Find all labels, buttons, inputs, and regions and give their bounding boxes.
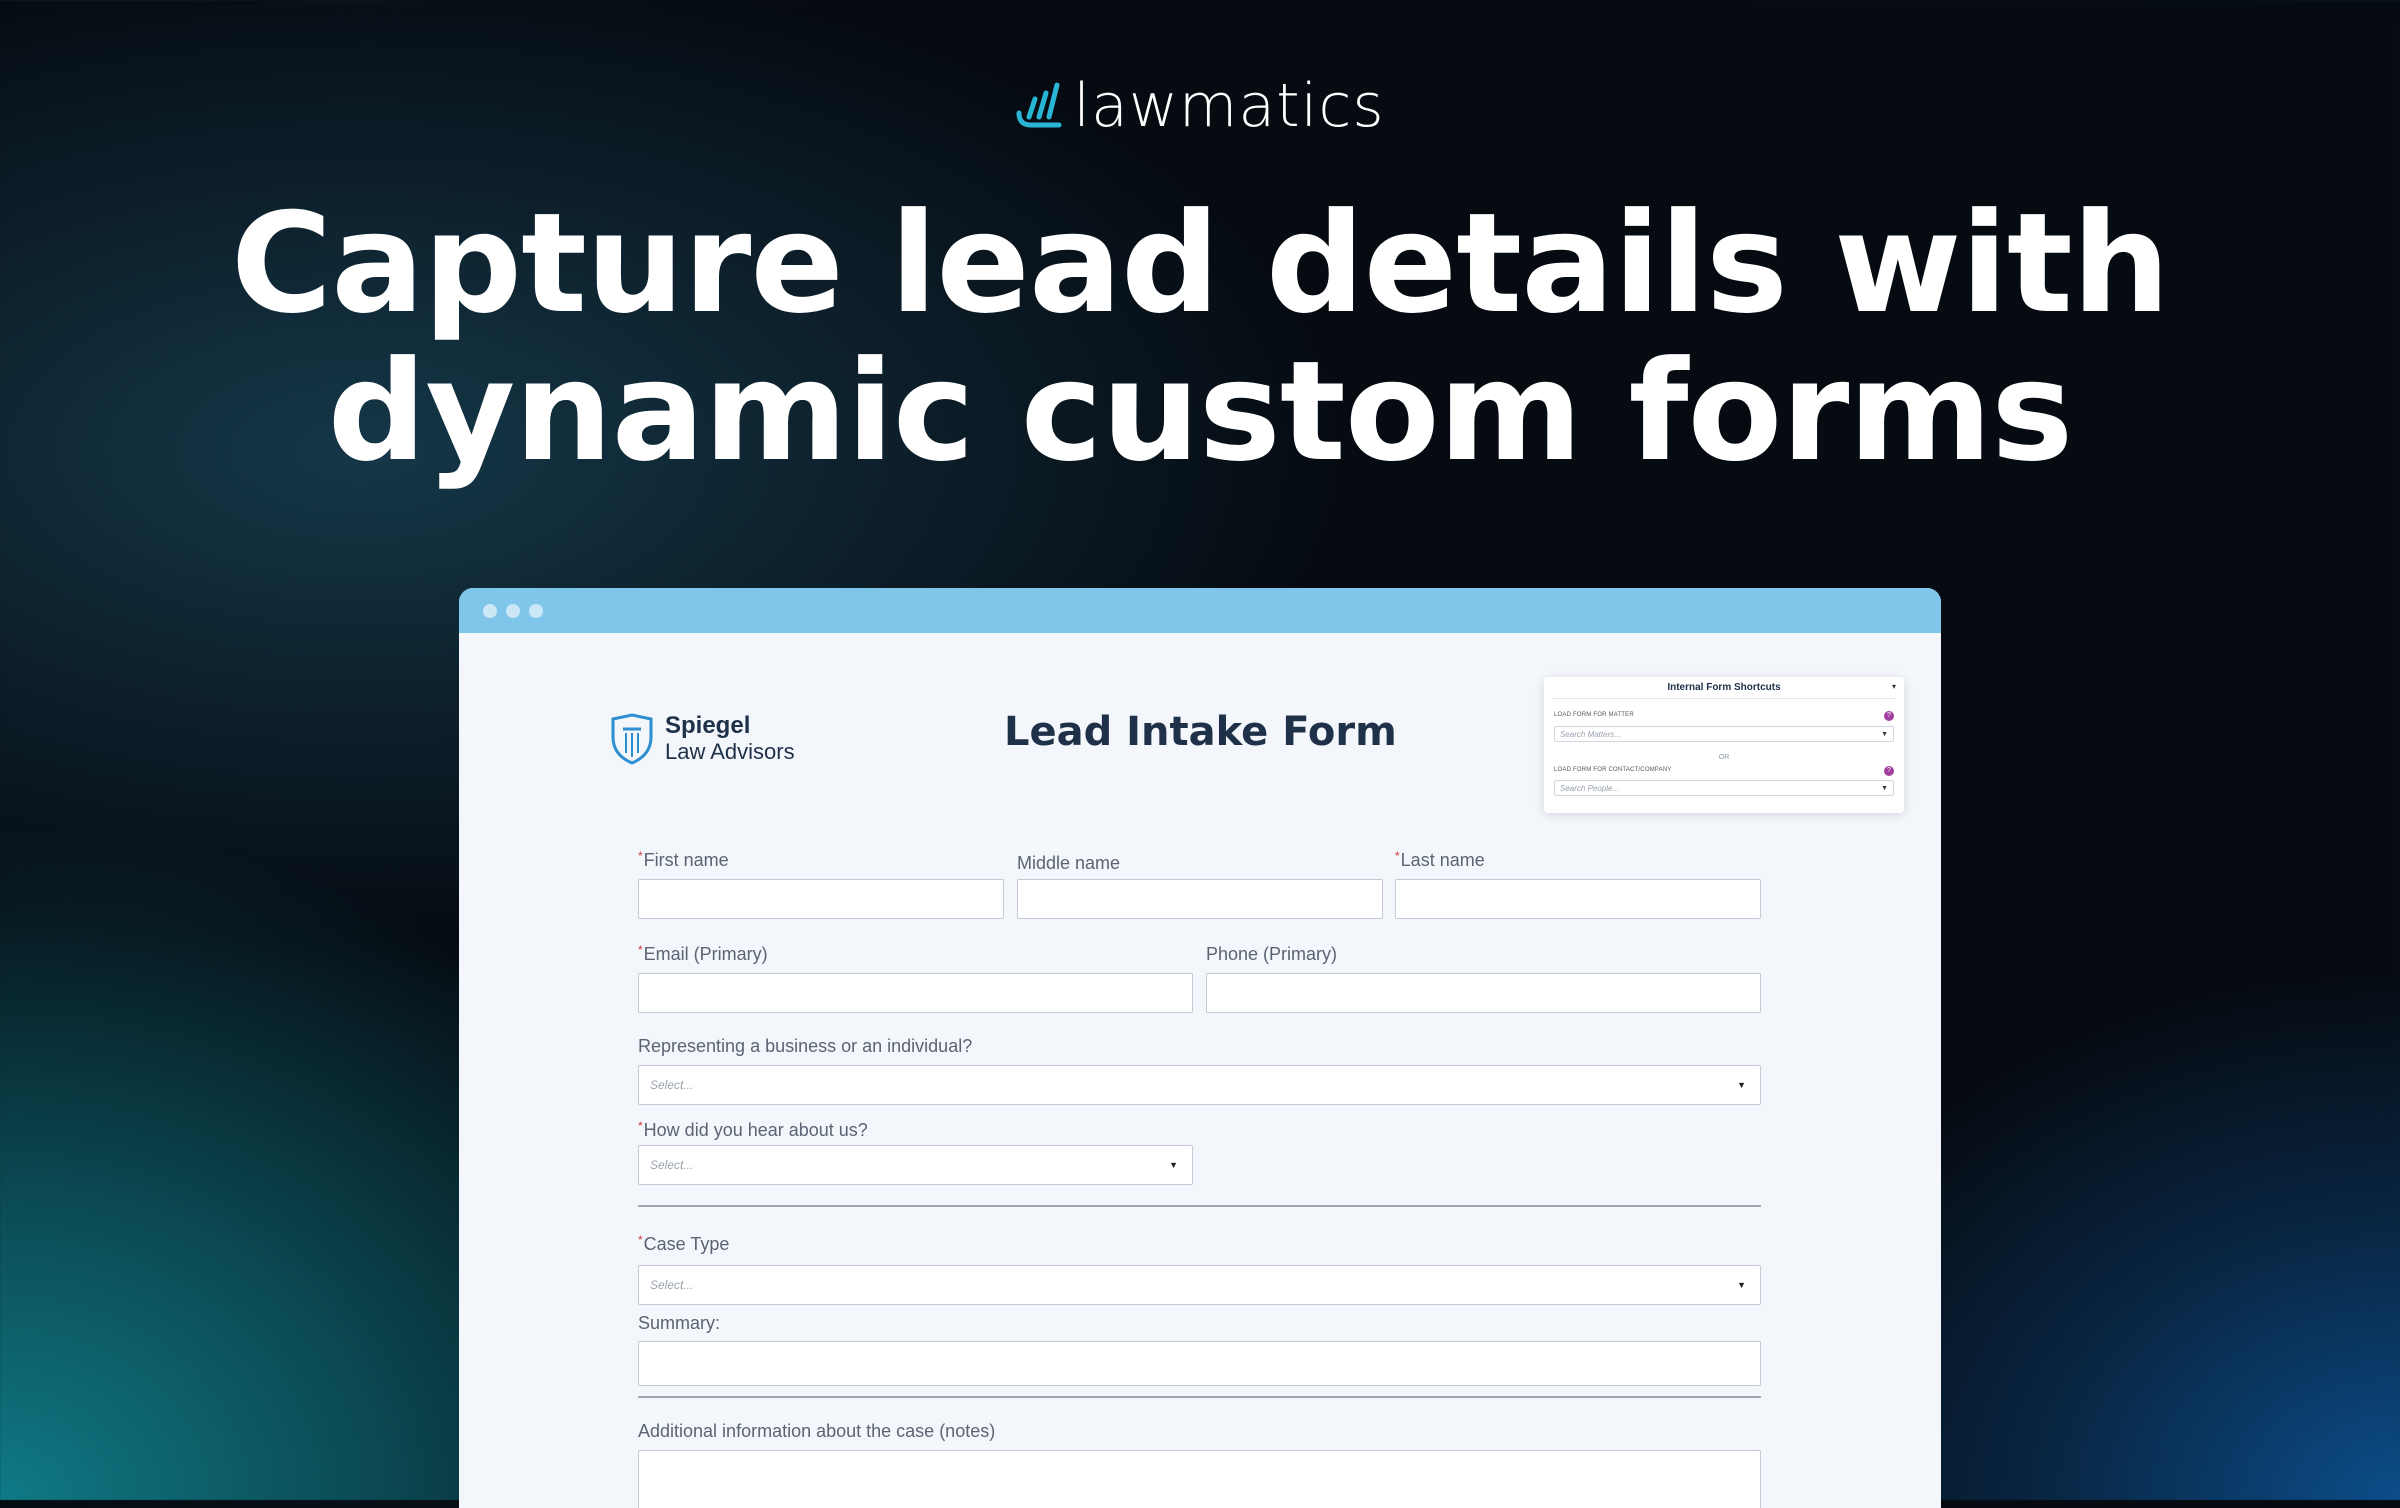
case-type-select[interactable]: Select... ▼	[638, 1265, 1761, 1305]
summary-input[interactable]	[638, 1341, 1761, 1386]
email-input[interactable]	[638, 973, 1193, 1013]
required-mark: *	[638, 943, 643, 957]
help-icon[interactable]: ?	[1884, 766, 1894, 776]
required-mark: *	[638, 1119, 643, 1133]
contact-label: LOAD FORM FOR CONTACT/COMPANY	[1554, 767, 1672, 773]
phone-input[interactable]	[1206, 973, 1761, 1013]
chevron-down-icon: ▼	[1737, 1080, 1746, 1090]
brand-name: lawmatics	[1073, 71, 1385, 141]
form-title: Lead Intake Form	[1004, 709, 1397, 755]
section-divider	[638, 1396, 1761, 1398]
required-mark: *	[638, 849, 643, 863]
window-dot-icon	[529, 604, 543, 618]
internal-form-shortcuts-panel: Internal Form Shortcuts ▾ LOAD FORM FOR …	[1544, 677, 1904, 813]
form-page: Spiegel Law Advisors Lead Intake Form In…	[459, 633, 1941, 1508]
select-placeholder: Select...	[650, 1078, 694, 1092]
first-name-label: *First name	[638, 849, 729, 870]
email-label: *Email (Primary)	[638, 943, 768, 964]
hero-headline: Capture lead details with dynamic custom…	[0, 190, 2400, 486]
chevron-down-icon: ▼	[1737, 1280, 1746, 1290]
browser-titlebar	[459, 588, 1941, 633]
last-name-label: *Last name	[1395, 849, 1485, 870]
collapse-caret-icon[interactable]: ▾	[1892, 682, 1896, 691]
search-matters-placeholder: Search Matters...	[1560, 730, 1621, 739]
lawmatics-logo: lawmatics	[0, 76, 2400, 136]
select-placeholder: Select...	[650, 1278, 694, 1292]
shield-icon	[611, 713, 653, 765]
representing-select[interactable]: Select... ▼	[638, 1065, 1761, 1105]
required-mark: *	[638, 1233, 643, 1247]
first-name-input[interactable]	[638, 879, 1004, 919]
search-people-placeholder: Search People...	[1560, 784, 1620, 793]
required-mark: *	[1395, 849, 1400, 863]
shortcuts-divider	[1552, 698, 1896, 699]
middle-name-input[interactable]	[1017, 879, 1383, 919]
notes-input[interactable]	[638, 1450, 1761, 1508]
window-dot-icon	[506, 604, 520, 618]
chevron-down-icon: ▼	[1881, 731, 1888, 738]
phone-label: Phone (Primary)	[1206, 944, 1338, 964]
last-name-input[interactable]	[1395, 879, 1761, 919]
search-people-select[interactable]: Search People... ▼	[1554, 780, 1894, 796]
lawmatics-logo-icon	[1016, 82, 1062, 128]
summary-label: Summary:	[638, 1313, 721, 1333]
or-separator: OR	[1718, 754, 1730, 761]
matter-label: LOAD FORM FOR MATTER	[1554, 712, 1634, 718]
hero-line-2: dynamic custom forms	[327, 331, 2074, 492]
window-dot-icon	[483, 604, 497, 618]
firm-logo: Spiegel Law Advisors	[609, 713, 795, 765]
notes-label: Additional information about the case (n…	[638, 1421, 996, 1441]
firm-subtitle: Law Advisors	[665, 739, 795, 764]
firm-text: Spiegel Law Advisors	[665, 713, 795, 765]
case-type-label: *Case Type	[638, 1233, 730, 1254]
search-matters-select[interactable]: Search Matters... ▼	[1554, 726, 1894, 742]
select-placeholder: Select...	[650, 1158, 694, 1172]
shortcuts-title: Internal Form Shortcuts	[1667, 682, 1781, 693]
section-divider	[638, 1205, 1761, 1207]
help-icon[interactable]: ?	[1884, 711, 1894, 721]
hear-about-select[interactable]: Select... ▼	[638, 1145, 1193, 1185]
representing-label: Representing a business or an individual…	[638, 1036, 973, 1056]
chevron-down-icon: ▼	[1169, 1160, 1178, 1170]
chevron-down-icon: ▼	[1881, 785, 1888, 792]
firm-name: Spiegel	[665, 712, 751, 739]
middle-name-label: Middle name	[1017, 853, 1121, 873]
hear-about-label: *How did you hear about us?	[638, 1119, 868, 1140]
hero-line-1: Capture lead details with	[230, 183, 2170, 344]
browser-window: Spiegel Law Advisors Lead Intake Form In…	[459, 588, 1941, 1508]
